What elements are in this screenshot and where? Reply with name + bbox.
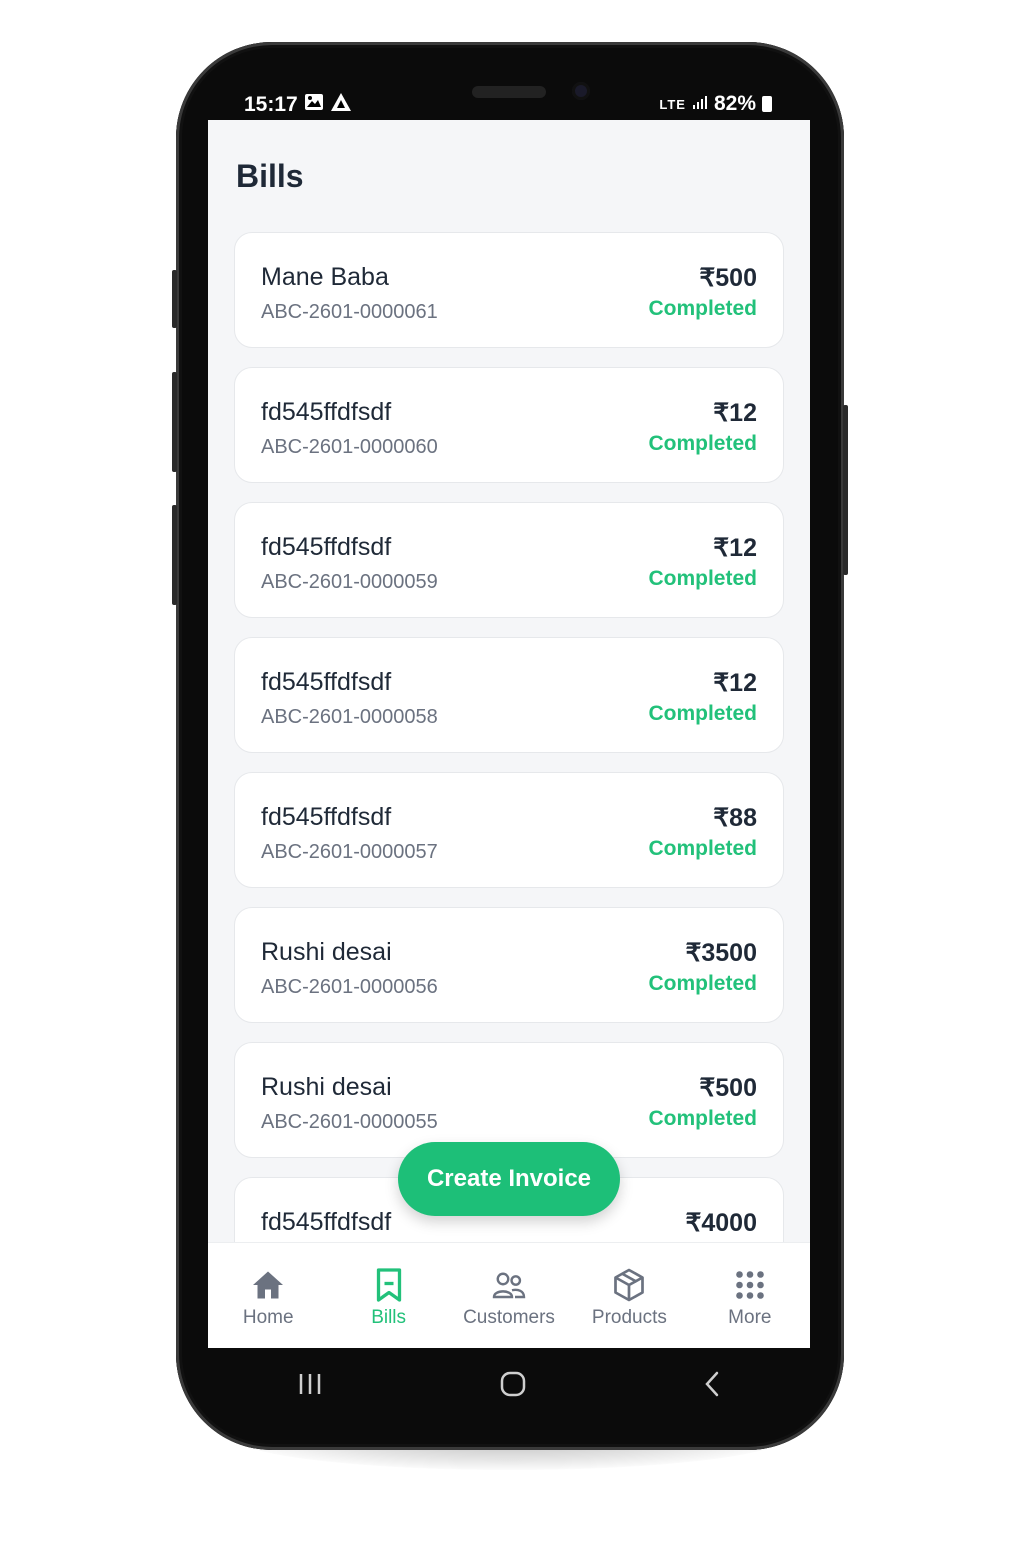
bill-card[interactable]: fd545ffdfsdf ABC-2601-0000058 ₹12 Comple…: [234, 637, 784, 753]
bill-card[interactable]: fd545ffdfsdf ABC-2601-0000059 ₹12 Comple…: [234, 502, 784, 618]
bill-amount: ₹88: [713, 804, 757, 832]
users-icon: [492, 1272, 526, 1299]
nav-label-customers: Customers: [463, 1307, 555, 1328]
recent-apps-icon[interactable]: [296, 1371, 324, 1405]
nav-item-customers[interactable]: Customers: [449, 1243, 569, 1348]
home-button-icon[interactable]: [499, 1370, 527, 1406]
nav-label-home: Home: [242, 1307, 294, 1328]
signal-strength-icon: [692, 92, 708, 116]
battery-percent: 82%: [713, 92, 756, 115]
nav-label-products: Products: [591, 1307, 667, 1328]
earpiece-speaker: [472, 86, 546, 98]
volume-up-button: [172, 270, 177, 328]
bill-card[interactable]: fd545ffdfsdf ABC-2601-0000057 ₹88 Comple…: [234, 772, 784, 888]
bill-amount: ₹12: [713, 669, 757, 697]
box-icon: [614, 1268, 645, 1302]
back-icon[interactable]: [702, 1370, 722, 1406]
app-screen: Bills Mane Baba ABC-2601-0000061 ₹500 Co…: [208, 120, 810, 1348]
invoice-number: ABC-2601-0000058: [261, 706, 438, 728]
bill-amount: ₹12: [713, 399, 757, 427]
status-bar-left: 15:17: [244, 92, 352, 118]
invoice-number: ABC-2601-0000059: [261, 571, 438, 593]
bill-status: Completed: [648, 1107, 757, 1130]
bill-amount: ₹4000: [685, 1209, 757, 1237]
customer-name: Rushi desai: [261, 1073, 392, 1101]
customer-name: Mane Baba: [261, 263, 389, 291]
nav-item-more[interactable]: More: [690, 1243, 810, 1348]
bill-card[interactable]: fd545ffdfsdf ABC-2601-0000060 ₹12 Comple…: [234, 367, 784, 483]
system-navigation-bar: [208, 1348, 810, 1428]
nav-item-products[interactable]: Products: [569, 1243, 689, 1348]
bixby-button: [172, 505, 177, 605]
customer-name: fd545ffdfsdf: [261, 533, 392, 561]
nav-label-bills: Bills: [371, 1307, 407, 1328]
bill-status: Completed: [648, 432, 757, 455]
app-notification-icon: [330, 92, 352, 118]
invoice-number: ABC-2601-0000055: [261, 1111, 438, 1133]
bill-amount: ₹500: [699, 1074, 757, 1102]
customer-name: fd545ffdfsdf: [261, 668, 392, 696]
battery-icon: [762, 96, 772, 112]
grid-icon: [736, 1271, 764, 1299]
customer-name: fd545ffdfsdf: [261, 803, 392, 831]
bill-amount: ₹3500: [685, 939, 757, 967]
bill-card[interactable]: Rushi desai ABC-2601-0000055 ₹500 Comple…: [234, 1042, 784, 1158]
status-bar-right: LTE 82%: [659, 92, 772, 116]
invoice-number: ABC-2601-0000057: [261, 841, 438, 863]
bill-amount: ₹12: [713, 534, 757, 562]
invoice-number: ABC-2601-0000061: [261, 301, 438, 323]
lte-signal-icon: LTE: [659, 96, 686, 112]
home-icon: [253, 1271, 284, 1299]
status-time: 15:17: [244, 93, 298, 116]
customer-name: fd545ffdfsdf: [261, 1208, 392, 1236]
nav-label-more: More: [728, 1307, 772, 1328]
bill-amount: ₹500: [699, 264, 757, 292]
bookmark-icon: [376, 1268, 401, 1302]
create-invoice-button[interactable]: Create Invoice: [398, 1142, 620, 1216]
customer-name: fd545ffdfsdf: [261, 398, 392, 426]
customer-name: Rushi desai: [261, 938, 392, 966]
bill-status: Completed: [648, 567, 757, 590]
page-title: Bills: [236, 158, 304, 194]
front-camera: [572, 82, 590, 100]
bill-status: Completed: [648, 702, 757, 725]
bottom-navigation: Home Bills Customers Products More: [208, 1242, 810, 1348]
power-button: [843, 405, 848, 575]
gallery-notification-icon: [304, 93, 324, 117]
bill-card[interactable]: Mane Baba ABC-2601-0000061 ₹500 Complete…: [234, 232, 784, 348]
nav-item-bills[interactable]: Bills: [328, 1243, 448, 1348]
volume-down-button: [172, 372, 177, 472]
invoice-number: ABC-2601-0000056: [261, 976, 438, 998]
nav-item-home[interactable]: Home: [208, 1243, 328, 1348]
bill-status: Completed: [648, 297, 757, 320]
invoice-number: ABC-2601-0000060: [261, 436, 438, 458]
bill-status: Completed: [648, 837, 757, 860]
bill-card[interactable]: Rushi desai ABC-2601-0000056 ₹3500 Compl…: [234, 907, 784, 1023]
bill-status: Completed: [648, 972, 757, 995]
